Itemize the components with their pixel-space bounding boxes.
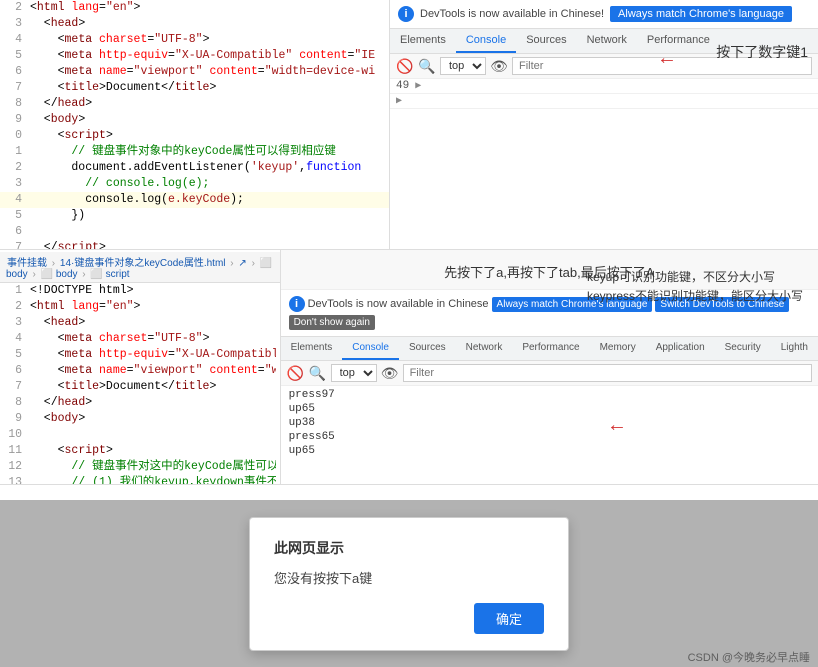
console-entry: up65 <box>281 402 818 416</box>
filter-icon[interactable]: 🔍 <box>418 57 436 75</box>
top-section: 2 <html lang="en"> 3 <head> 4 <meta char… <box>0 0 818 250</box>
code-line: 1 // 键盘事件对象中的keyCode属性可以得到相应键 <box>0 144 389 160</box>
tab-sources[interactable]: Sources <box>516 29 576 53</box>
dialog-ok-button[interactable]: 确定 <box>474 603 544 634</box>
code-line: 2 <html lang="en"> <box>0 0 389 16</box>
code-line: 3 <head> <box>0 16 389 32</box>
dialog-footer: 确定 <box>274 603 544 634</box>
code-line: 13 // (1) 我们的keyup,keydown事件不区分字母大小写 a 9… <box>0 475 280 484</box>
eye-icon[interactable]: 👁 <box>490 57 508 75</box>
code-line: 8 </head> <box>0 96 389 112</box>
match-language-button[interactable]: Always match Chrome's language <box>610 6 792 22</box>
tab-network[interactable]: Network <box>577 29 637 53</box>
tab-performance2[interactable]: Performance <box>512 337 589 360</box>
code-editor-top: 2 <html lang="en"> 3 <head> 4 <meta char… <box>0 0 390 249</box>
code-line: 6 <meta name="viewport" content="width=d… <box>0 64 389 80</box>
info-icon: i <box>398 6 414 22</box>
context-select2[interactable]: top <box>331 364 377 382</box>
code-editor-middle: 事件挂载 › 14·键盘事件对象之keyCode属性.html › ↗ › ⬜ … <box>0 250 281 484</box>
breadcrumb: 事件挂载 › 14·键盘事件对象之keyCode属性.html › ↗ › ⬜ … <box>0 252 280 283</box>
devtools-toolbar2: 🚫 🔍 top 👁 <box>281 361 818 386</box>
tab-lighthouse[interactable]: Lighth <box>771 337 818 360</box>
dialog-message: 您没有按按下a键 <box>274 568 544 587</box>
filter-icon2[interactable]: 🔍 <box>309 364 327 382</box>
code-line: 4 <meta charset="UTF-8"> <box>0 32 389 48</box>
dont-show-button[interactable]: Don't show again <box>289 315 375 330</box>
console-line: 49 ▶ <box>390 79 818 94</box>
tab-network2[interactable]: Network <box>456 337 513 360</box>
code-line: 9 <body> <box>0 411 280 427</box>
code-line: 1 <!DOCTYPE html> <box>0 283 280 299</box>
code-line: 7 </script> <box>0 240 389 249</box>
code-line: 6 <box>0 224 389 240</box>
code-line: 7 <title>Document</title> <box>0 379 280 395</box>
console-entry: up65 <box>281 444 818 458</box>
tab-sources2[interactable]: Sources <box>399 337 456 360</box>
tab-elements2[interactable]: Elements <box>281 337 343 360</box>
code-line: 9 <body> <box>0 112 389 128</box>
code-line: 3 <head> <box>0 315 280 331</box>
code-line: 3 // console.log(e); <box>0 176 389 192</box>
code-line: 2 <html lang="en"> <box>0 299 280 315</box>
console-output-middle: press97 up65 up38 press65 up65 <box>281 386 818 484</box>
tab-memory[interactable]: Memory <box>590 337 646 360</box>
code-line: 2 document.addEventListener('keyup',func… <box>0 160 389 176</box>
code-line-highlighted: 4 console.log(e.keyCode); <box>0 192 389 208</box>
console-entry: press97 <box>281 388 818 402</box>
dialog-title: 此网页显示 <box>274 538 544 558</box>
tab-security[interactable]: Security <box>715 337 771 360</box>
code-line: 5 <meta http-equiv="X-UA-Compatible" con… <box>0 347 280 363</box>
eye-icon2[interactable]: 👁 <box>381 364 399 382</box>
code-line: 6 <meta name="viewport" content="width=d… <box>0 363 280 379</box>
code-line: 10 <box>0 427 280 443</box>
devtools-panel-top: i DevTools is now available in Chinese! … <box>390 0 818 249</box>
clear-console-icon2[interactable]: 🚫 <box>287 364 305 382</box>
dialog-overlay: 此网页显示 您没有按按下a键 确定 <box>0 500 818 667</box>
notice-text2: DevTools is now available in Chinese <box>308 298 489 310</box>
right-annotation: keyup可识别功能键，不区分大小写 keypress不能识别功能键，能区分大小… <box>587 268 803 306</box>
code-line: 8 </head> <box>0 395 280 411</box>
info-icon2: i <box>289 296 305 312</box>
tab-console2[interactable]: Console <box>342 337 399 360</box>
console-entry: press65 <box>281 430 818 444</box>
code-line: 5 }) <box>0 208 389 224</box>
clear-console-icon[interactable]: 🚫 <box>396 57 414 75</box>
console-line: ▶ <box>390 94 818 109</box>
devtools-notice: i DevTools is now available in Chinese! … <box>390 0 818 29</box>
context-select[interactable]: top <box>440 57 486 75</box>
code-line: 7 <title>Document</title> <box>0 80 389 96</box>
dialog-box: 此网页显示 您没有按按下a键 确定 <box>249 517 569 651</box>
tab-performance[interactable]: Performance <box>637 29 720 53</box>
console-entry: up38 <box>281 416 818 430</box>
top-annotation-arrow: ← <box>661 48 673 71</box>
code-line: 12 // 键盘事件对这中的keyCode属性可以得到相应ACSII码值 <box>0 459 280 475</box>
code-line: 4 <meta charset="UTF-8"> <box>0 331 280 347</box>
code-line: 11 <script> <box>0 443 280 459</box>
filter-input2[interactable] <box>403 364 812 382</box>
code-line: 5 <meta http-equiv="X-UA-Compatible" con… <box>0 48 389 64</box>
tab-application[interactable]: Application <box>646 337 715 360</box>
code-line: 0 <script> <box>0 128 389 144</box>
devtools-tabs2: Elements Console Sources Network Perform… <box>281 337 818 361</box>
tab-console[interactable]: Console <box>456 29 516 53</box>
notice-text: DevTools is now available in Chinese! <box>420 8 604 20</box>
top-annotation-label: 按下了数字键1 <box>716 42 808 62</box>
tab-elements[interactable]: Elements <box>390 29 456 53</box>
console-output-top: 49 ▶ ▶ <box>390 79 818 249</box>
right-annotation-arrow: ← <box>611 415 623 438</box>
